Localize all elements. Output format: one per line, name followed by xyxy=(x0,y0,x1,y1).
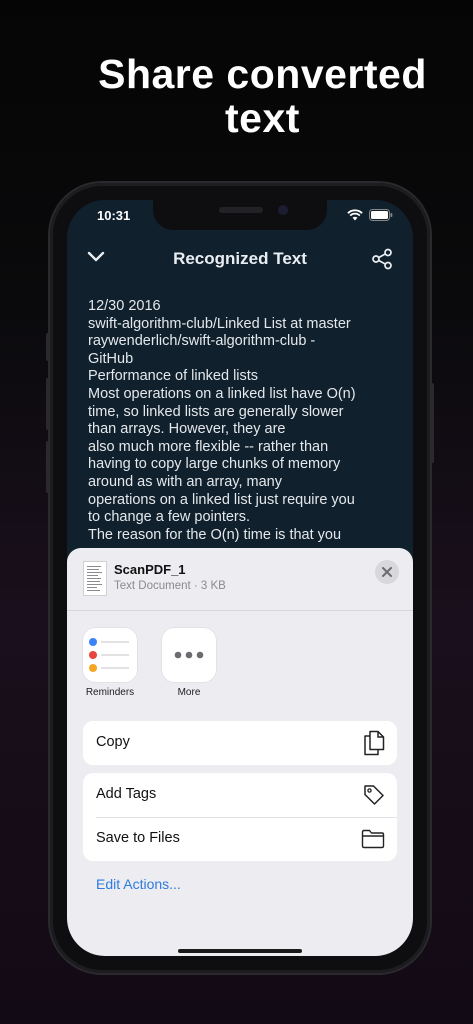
copy-icon-wrap xyxy=(363,730,385,761)
folder-icon-wrap xyxy=(361,829,385,854)
text-line: raywenderlich/swift-algorithm-club - xyxy=(88,333,316,350)
tag-icon xyxy=(364,785,384,805)
copy-card: Copy xyxy=(83,721,397,765)
mute-switch xyxy=(46,333,50,361)
text-line: time, so linked lists are generally slow… xyxy=(88,403,344,420)
notch xyxy=(153,200,327,230)
status-time: 10:31 xyxy=(97,208,131,223)
text-line: Most operations on a linked list have O(… xyxy=(88,385,356,402)
document-thumbnail xyxy=(83,561,107,596)
save-to-files-label: Save to Files xyxy=(96,830,180,846)
add-tags-label: Add Tags xyxy=(96,786,157,802)
text-line: also much more flexible -- rather than xyxy=(88,438,329,455)
tag-icon-wrap xyxy=(363,784,385,811)
folder-icon xyxy=(361,829,385,849)
text-line: swift-algorithm-club/Linked List at mast… xyxy=(88,315,351,332)
text-line: 12/30 2016 xyxy=(88,298,161,314)
share-sheet: ScanPDF_1 Text Document · 3 KB Reminders… xyxy=(67,548,413,956)
phone-screen: 10:31 Recognized Text 12/30 2016 swift-a… xyxy=(67,200,413,956)
headline-line-2: text xyxy=(225,95,300,141)
share-button[interactable] xyxy=(371,248,393,275)
battery-icon xyxy=(369,209,393,221)
share-sheet-header: ScanPDF_1 Text Document · 3 KB xyxy=(67,548,413,611)
reminders-label: Reminders xyxy=(85,687,135,698)
volume-down-button xyxy=(46,441,50,493)
copy-icon xyxy=(364,730,385,756)
text-line: Performance of linked lists xyxy=(88,368,259,385)
recognized-text: 12/30 2016 swift-algorithm-club/Linked L… xyxy=(88,298,398,544)
nav-title: Recognized Text xyxy=(173,249,307,268)
text-line: to change a few pointers. xyxy=(88,509,251,526)
copy-label: Copy xyxy=(96,734,130,750)
copy-action[interactable]: Copy xyxy=(83,721,397,765)
reminders-icon xyxy=(89,638,129,672)
text-line: having to copy large chunks of memory xyxy=(88,456,341,473)
add-tags-action[interactable]: Add Tags xyxy=(83,773,397,817)
phone-frame: 10:31 Recognized Text 12/30 2016 swift-a… xyxy=(46,183,434,973)
headline: Share converted text xyxy=(60,52,465,140)
edit-actions-link[interactable]: Edit Actions... xyxy=(96,876,181,892)
front-camera xyxy=(278,205,288,215)
wifi-icon xyxy=(347,209,363,221)
close-button[interactable] xyxy=(375,560,399,584)
more-label: More xyxy=(177,687,201,698)
share-icon xyxy=(372,248,392,270)
text-line: than arrays. However, they are xyxy=(88,421,286,438)
actions-card: Add Tags Save to Files xyxy=(83,773,397,861)
text-line: operations on a linked list just require… xyxy=(88,491,355,508)
close-icon xyxy=(382,567,392,577)
headline-line-1: Share converted xyxy=(98,51,427,97)
more-app-tile[interactable] xyxy=(162,628,216,682)
reminders-app-tile[interactable] xyxy=(83,628,137,682)
speaker xyxy=(219,207,263,213)
status-icons xyxy=(347,209,393,221)
home-indicator xyxy=(178,949,302,953)
text-line: around as with an array, many xyxy=(88,473,282,490)
more-icon xyxy=(174,651,204,659)
power-button xyxy=(430,383,434,463)
save-to-files-action[interactable]: Save to Files xyxy=(83,817,397,861)
text-line: The reason for the O(n) time is that you xyxy=(88,526,342,543)
file-name: ScanPDF_1 xyxy=(114,562,186,577)
text-line: GitHub xyxy=(88,350,134,367)
volume-up-button xyxy=(46,378,50,430)
file-info: Text Document · 3 KB xyxy=(114,580,226,592)
nav-bar: Recognized Text xyxy=(67,240,413,280)
